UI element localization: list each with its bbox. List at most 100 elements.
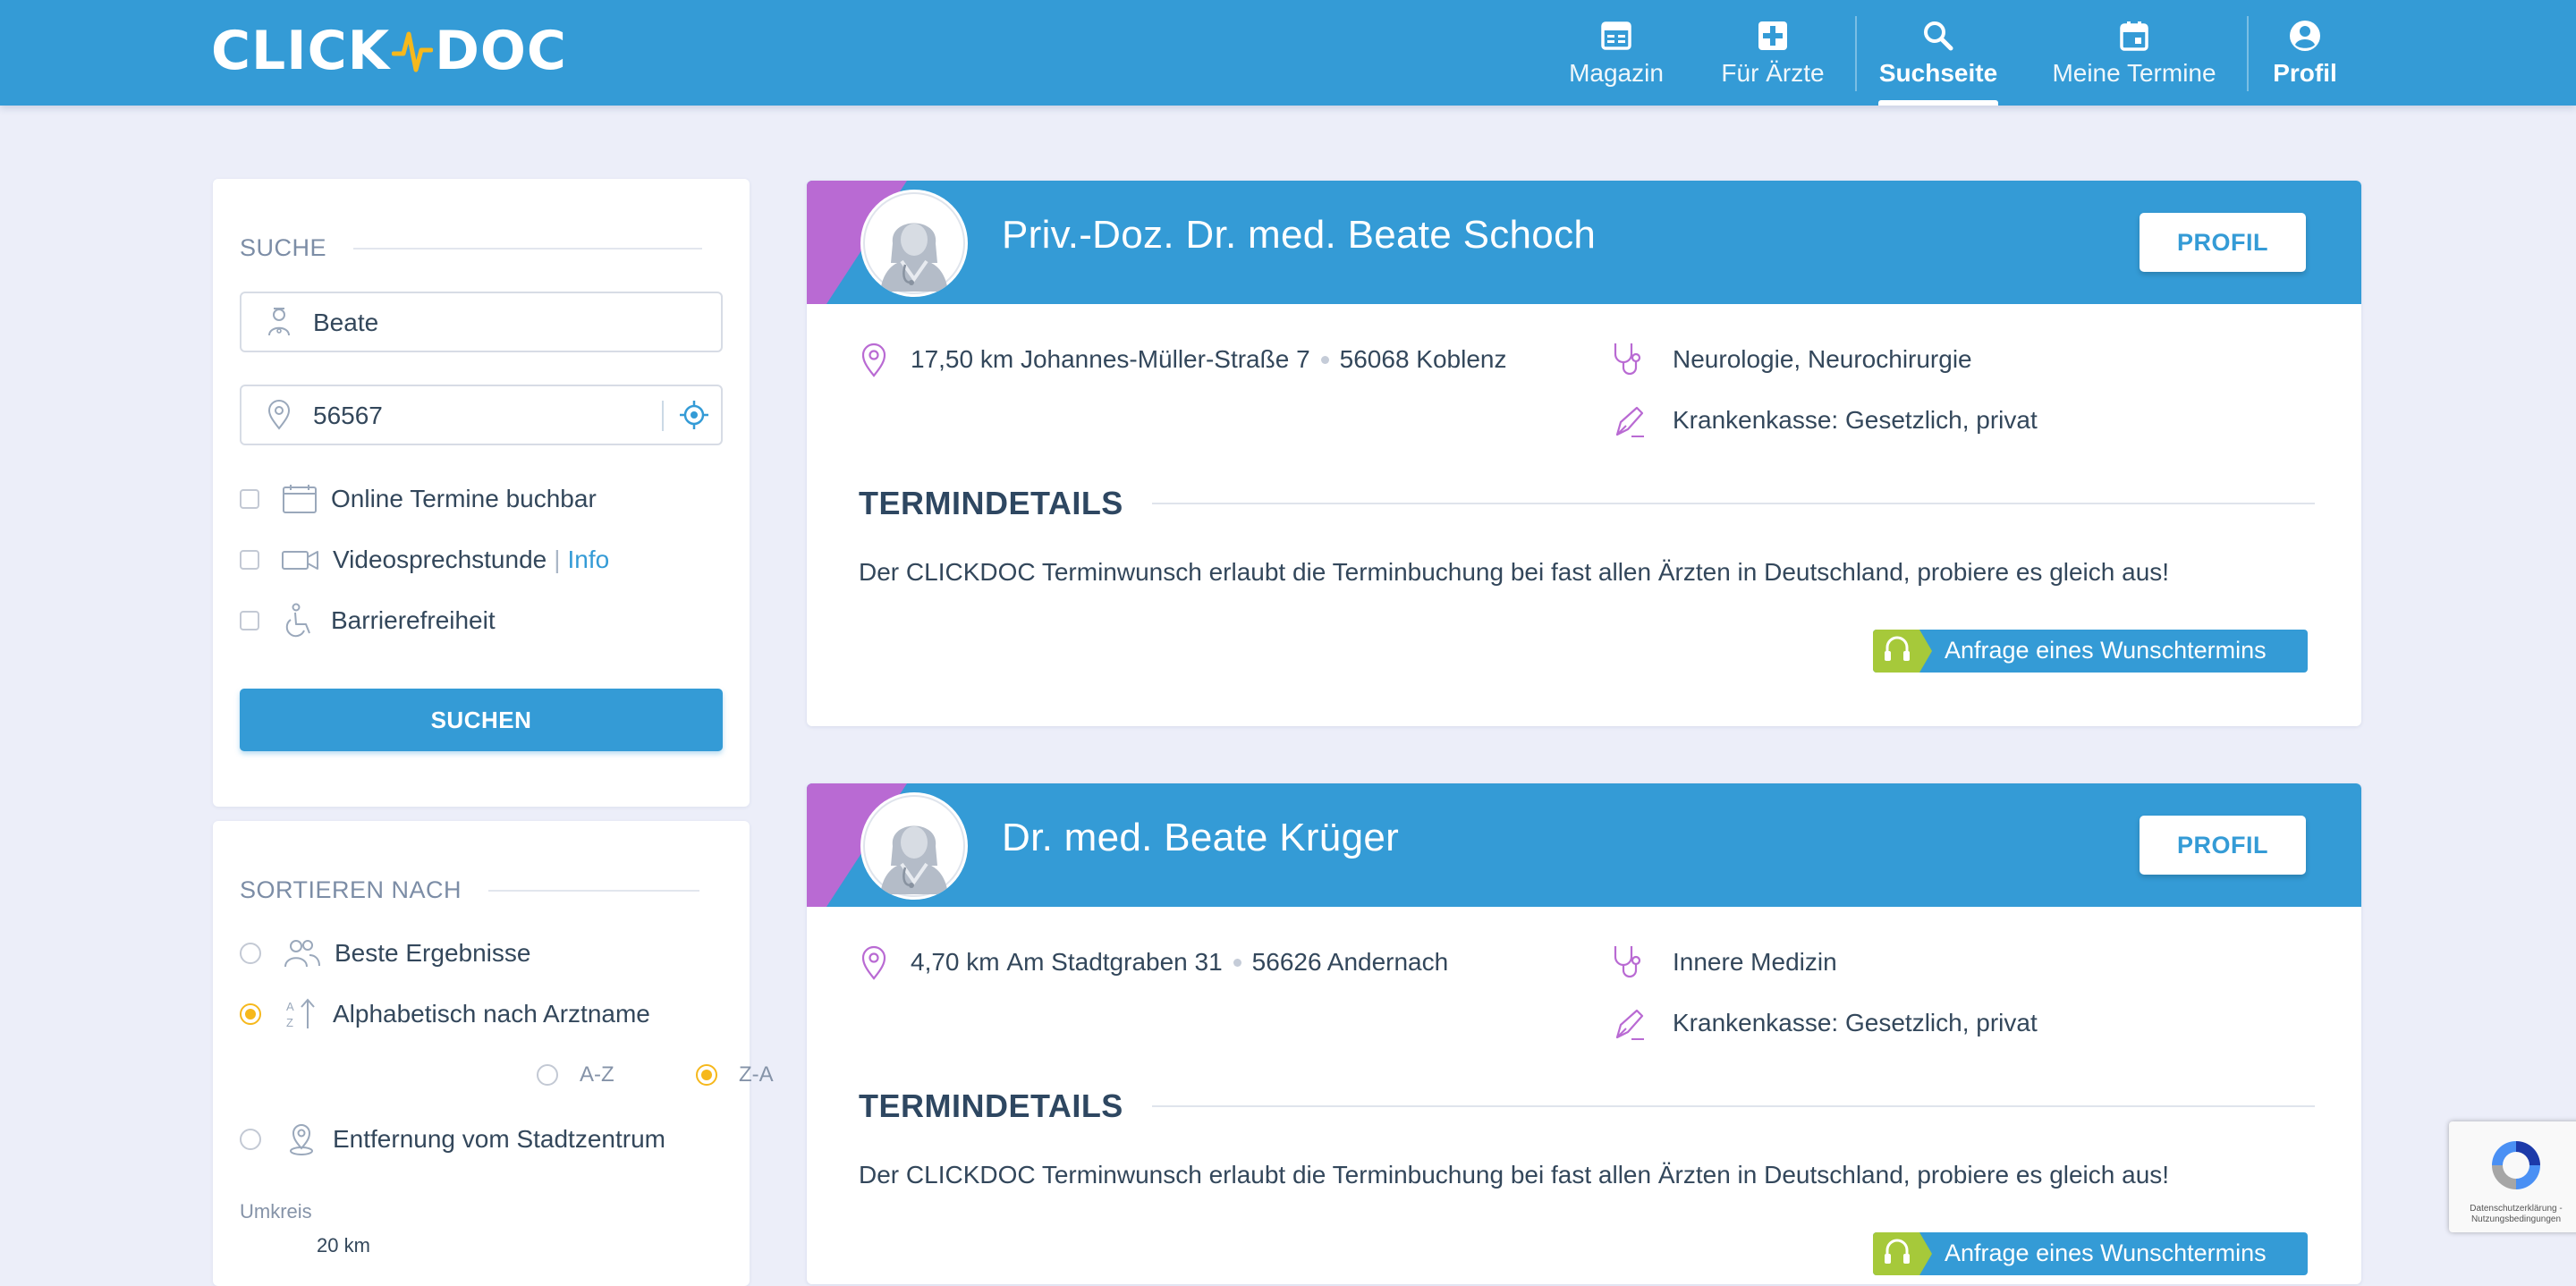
doctor-person-icon bbox=[268, 308, 290, 336]
radio-selected[interactable] bbox=[696, 1064, 717, 1086]
female-doctor-icon bbox=[863, 795, 965, 897]
checkbox[interactable] bbox=[240, 489, 259, 509]
active-tab-indicator bbox=[1878, 100, 1998, 106]
calendar-icon bbox=[2120, 21, 2148, 51]
request-appointment-button[interactable]: Anfrage eines Wunschtermins bbox=[1873, 630, 2308, 673]
result-card: Dr. med. Beate Krüger PROFIL 4,70 km Am … bbox=[807, 783, 2361, 1284]
radio[interactable] bbox=[240, 943, 261, 964]
search-panel: SUCHE Beate 56567 Online Termine buchbar… bbox=[213, 179, 750, 807]
separator-dot bbox=[1320, 355, 1329, 364]
locate-me-icon[interactable] bbox=[678, 399, 710, 431]
title-rule bbox=[1151, 1105, 2315, 1107]
termin-description: Der CLICKDOC Terminwunsch erlaubt die Te… bbox=[859, 558, 2170, 586]
doctor-name[interactable]: Dr. med. Beate Krüger bbox=[1002, 816, 1399, 860]
checkbox[interactable] bbox=[240, 611, 259, 630]
title-rule bbox=[1151, 503, 2315, 504]
radius-value: 20 km bbox=[317, 1234, 370, 1256]
nav-profil[interactable]: Profil bbox=[2268, 0, 2342, 106]
checkbox[interactable] bbox=[240, 550, 259, 570]
sort-sub-label: Z-A bbox=[739, 1062, 774, 1087]
newspaper-icon bbox=[1601, 21, 1631, 50]
insurance: Krankenkasse: Gesetzlich, privat bbox=[1673, 406, 2038, 434]
nav-meine-termine[interactable]: Meine Termine bbox=[2048, 0, 2220, 106]
distance: 4,70 km bbox=[911, 948, 1000, 976]
option-label: Online Termine buchbar bbox=[331, 485, 597, 512]
info-link[interactable]: Info bbox=[568, 546, 610, 574]
name-input[interactable] bbox=[311, 293, 655, 352]
section-title: TERMINDETAILS bbox=[859, 485, 1123, 521]
doctor-avatar bbox=[860, 190, 968, 297]
title-rule bbox=[353, 247, 703, 250]
address-line: 4,70 km Am Stadtgraben 31 56626 Andernach bbox=[860, 944, 1448, 980]
radio[interactable] bbox=[537, 1064, 558, 1086]
main-nav: Magazin Für Ärzte Suchseite Meine Termin… bbox=[0, 0, 2576, 106]
section-title: TERMINDETAILS bbox=[859, 1087, 1123, 1124]
sort-label: Alphabetisch nach Arztname bbox=[333, 1000, 650, 1028]
headset-icon bbox=[1873, 1232, 1932, 1275]
wheelchair-icon bbox=[285, 603, 310, 638]
radius-label: Umkreis bbox=[240, 1200, 312, 1223]
nav-suchseite[interactable]: Suchseite bbox=[1878, 0, 1998, 106]
top-bar: CLICK DOC Magazin Für Ärzte Suchseite Me… bbox=[0, 0, 2576, 106]
female-doctor-icon bbox=[863, 192, 965, 294]
sort-a-z[interactable]: A-Z bbox=[537, 1057, 614, 1093]
specialty: Neurologie, Neurochirurgie bbox=[1673, 345, 1972, 373]
search-panel-title: SUCHE bbox=[240, 234, 703, 262]
request-appointment-button[interactable]: Anfrage eines Wunschtermins bbox=[1873, 1232, 2308, 1275]
recaptcha-icon bbox=[2492, 1141, 2540, 1189]
video-camera-icon bbox=[282, 551, 318, 570]
profile-button[interactable]: PROFIL bbox=[2140, 816, 2306, 875]
stethoscope-icon bbox=[1614, 946, 1641, 978]
sort-distance[interactable]: Entfernung vom Stadtzentrum bbox=[240, 1121, 665, 1157]
profile-button[interactable]: PROFIL bbox=[2140, 213, 2306, 272]
sort-alphabetical[interactable]: A Z Alphabetisch nach Arztname bbox=[240, 996, 650, 1032]
street: Johannes-Müller-Straße 7 bbox=[1020, 345, 1310, 373]
option-videosprechstunde[interactable]: Videosprechstunde | Info bbox=[240, 542, 609, 578]
zip-field[interactable] bbox=[240, 385, 723, 445]
title-rule bbox=[488, 889, 700, 892]
sort-label: Entfernung vom Stadtzentrum bbox=[333, 1125, 665, 1153]
sort-best-results[interactable]: Beste Ergebnisse bbox=[240, 935, 530, 971]
nav-label: Magazin bbox=[1569, 59, 1664, 87]
nav-magazin[interactable]: Magazin bbox=[1565, 0, 1667, 106]
nav-divider bbox=[1855, 16, 1857, 91]
sort-sub-label: A-Z bbox=[580, 1062, 614, 1087]
radio[interactable] bbox=[240, 1129, 261, 1150]
field-separator bbox=[662, 401, 664, 431]
search-button[interactable]: SUCHEN bbox=[240, 689, 723, 751]
nav-label: Für Ärzte bbox=[1721, 59, 1825, 87]
option-online-termine[interactable]: Online Termine buchbar bbox=[240, 481, 597, 517]
nav-fuer-aerzte[interactable]: Für Ärzte bbox=[1714, 0, 1832, 106]
nav-label: Profil bbox=[2273, 59, 2337, 87]
svg-text:Z: Z bbox=[286, 1016, 293, 1029]
recaptcha-terms-link[interactable]: Nutzungsbedingungen bbox=[2449, 1214, 2576, 1225]
city: 56068 Koblenz bbox=[1339, 345, 1507, 373]
name-field[interactable] bbox=[240, 292, 723, 352]
stethoscope-icon bbox=[1614, 343, 1641, 376]
sort-label: Beste Ergebnisse bbox=[335, 939, 531, 967]
insurance-line: Krankenkasse: Gesetzlich, privat bbox=[1610, 401, 2038, 440]
distance: 17,50 km bbox=[911, 345, 1014, 373]
button-label: Anfrage eines Wunschtermins bbox=[1945, 637, 2267, 664]
option-barrierefreiheit[interactable]: Barrierefreiheit bbox=[240, 603, 496, 639]
specialty: Innere Medizin bbox=[1673, 948, 1837, 976]
recaptcha-privacy-link[interactable]: Datenschutzerklärung - bbox=[2449, 1204, 2576, 1214]
zip-input[interactable] bbox=[311, 386, 655, 445]
sort-alpha-icon: A Z bbox=[286, 998, 315, 1029]
radio-selected[interactable] bbox=[240, 1003, 261, 1025]
nav-label: Suchseite bbox=[1878, 59, 1998, 87]
button-label: Anfrage eines Wunschtermins bbox=[1945, 1239, 2267, 1266]
headset-icon bbox=[1873, 630, 1932, 673]
recaptcha-badge[interactable]: Datenschutzerklärung - Nutzungsbedingung… bbox=[2449, 1121, 2576, 1232]
svg-text:A: A bbox=[286, 1000, 294, 1013]
doctor-name[interactable]: Priv.-Doz. Dr. med. Beate Schoch bbox=[1002, 213, 1596, 258]
termindetails-title: TERMINDETAILS bbox=[859, 1087, 2315, 1125]
sort-z-a[interactable]: Z-A bbox=[696, 1057, 774, 1093]
location-pin-icon bbox=[267, 400, 291, 430]
card-header: Priv.-Doz. Dr. med. Beate Schoch PROFIL bbox=[807, 181, 2361, 304]
address-line: 17,50 km Johannes-Müller-Straße 7 56068 K… bbox=[860, 342, 1506, 377]
calendar-icon bbox=[283, 485, 317, 513]
card-header: Dr. med. Beate Krüger PROFIL bbox=[807, 783, 2361, 907]
sort-panel: SORTIEREN NACH Beste Ergebnisse A Z Alph… bbox=[213, 821, 774, 1286]
insurance: Krankenkasse: Gesetzlich, privat bbox=[1673, 1009, 2038, 1036]
